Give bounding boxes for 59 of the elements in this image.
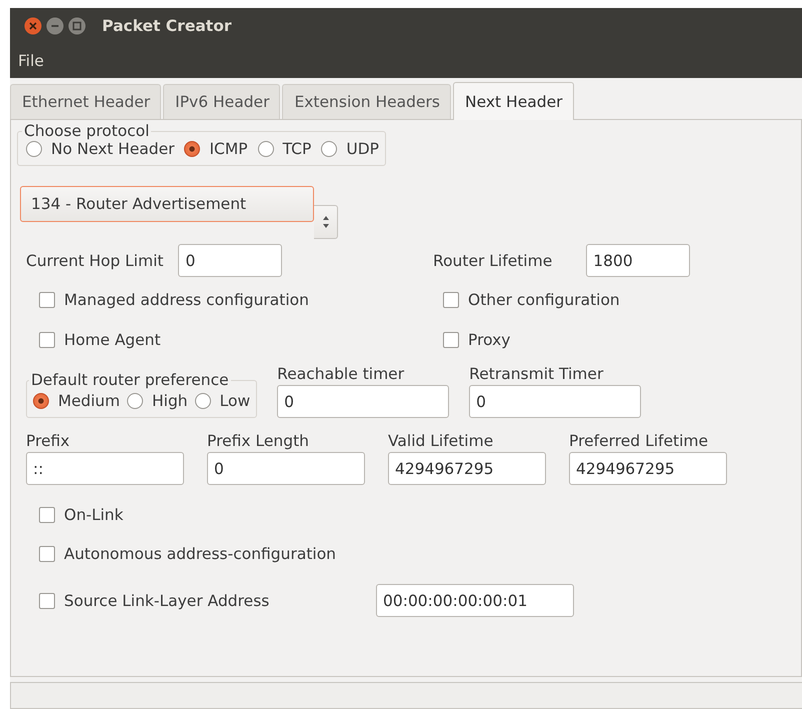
checkbox[interactable] — [39, 592, 55, 608]
checkbox[interactable] — [443, 332, 459, 348]
field-label: Preferred Lifetime — [569, 432, 710, 450]
input-field[interactable]: :: — [26, 452, 184, 485]
checkbox[interactable] — [39, 292, 55, 308]
radio-label: UDP — [346, 140, 379, 158]
checkbox-label: On-Link — [64, 506, 124, 524]
spin-buttons[interactable] — [314, 205, 338, 239]
window-title: Packet Creator — [102, 16, 232, 34]
radio-label: High — [152, 392, 188, 410]
field-label: Prefix Length — [207, 432, 310, 450]
checkbox-label: Proxy — [468, 331, 510, 349]
input-field[interactable]: 0 — [277, 385, 450, 418]
checkbox-label: Source Link-Layer Address — [64, 592, 270, 610]
field-label: Reachable timer — [277, 365, 406, 383]
maximize-icon[interactable] — [68, 16, 86, 34]
field-label: Router Lifetime — [433, 252, 552, 270]
tab[interactable]: Ethernet Header — [10, 84, 162, 119]
group-label: Default router preference — [30, 371, 230, 389]
field-label: Retransmit Timer — [469, 365, 604, 383]
radio-button[interactable] — [321, 141, 338, 157]
field-label: Current Hop Limit — [26, 252, 164, 270]
type-dropdown[interactable]: 134 - Router Advertisement — [20, 186, 314, 222]
input-field[interactable]: 0 — [207, 452, 365, 485]
radio-label: TCP — [282, 140, 312, 158]
input-field[interactable]: 00:00:00:00:00:01 — [376, 584, 574, 617]
input-field[interactable]: 0 — [469, 385, 642, 418]
minimize-icon[interactable] — [46, 16, 64, 34]
radio-label: ICMP — [209, 140, 248, 158]
radio-button[interactable] — [33, 393, 49, 409]
radio-label: Low — [220, 392, 250, 410]
radio-label: Medium — [58, 392, 120, 410]
checkbox[interactable] — [39, 332, 55, 348]
checkbox-label: Managed address configuration — [64, 291, 309, 309]
radio-button[interactable] — [194, 393, 211, 409]
radio-button[interactable] — [126, 393, 143, 409]
radio-button[interactable] — [184, 141, 200, 157]
input-field[interactable]: 0 — [178, 244, 282, 277]
checkbox[interactable] — [39, 507, 55, 523]
input-field[interactable]: 4294967295 — [569, 452, 727, 485]
tab[interactable]: Next Header — [453, 82, 574, 120]
input-field[interactable]: 1800 — [586, 244, 690, 277]
group-label: Choose protocol — [23, 122, 150, 140]
radio-button[interactable] — [258, 141, 274, 157]
radio-button[interactable] — [26, 141, 42, 157]
checkbox[interactable] — [443, 292, 459, 308]
field-label: Prefix — [26, 432, 71, 450]
input-field[interactable]: 4294967295 — [388, 452, 546, 485]
radio-label: No Next Header — [51, 140, 174, 158]
checkbox-label: Autonomous address-configuration — [64, 545, 336, 563]
tab[interactable]: IPv6 Header — [163, 84, 280, 119]
tab[interactable]: Extension Headers — [282, 84, 452, 119]
checkbox[interactable] — [39, 546, 55, 562]
menu-item[interactable]: File — [18, 52, 44, 70]
up-down-icon — [322, 215, 330, 229]
checkbox-label: Other configuration — [468, 291, 620, 309]
field-label: Valid Lifetime — [388, 432, 494, 450]
close-icon[interactable] — [24, 16, 42, 34]
checkbox-label: Home Agent — [64, 331, 161, 349]
